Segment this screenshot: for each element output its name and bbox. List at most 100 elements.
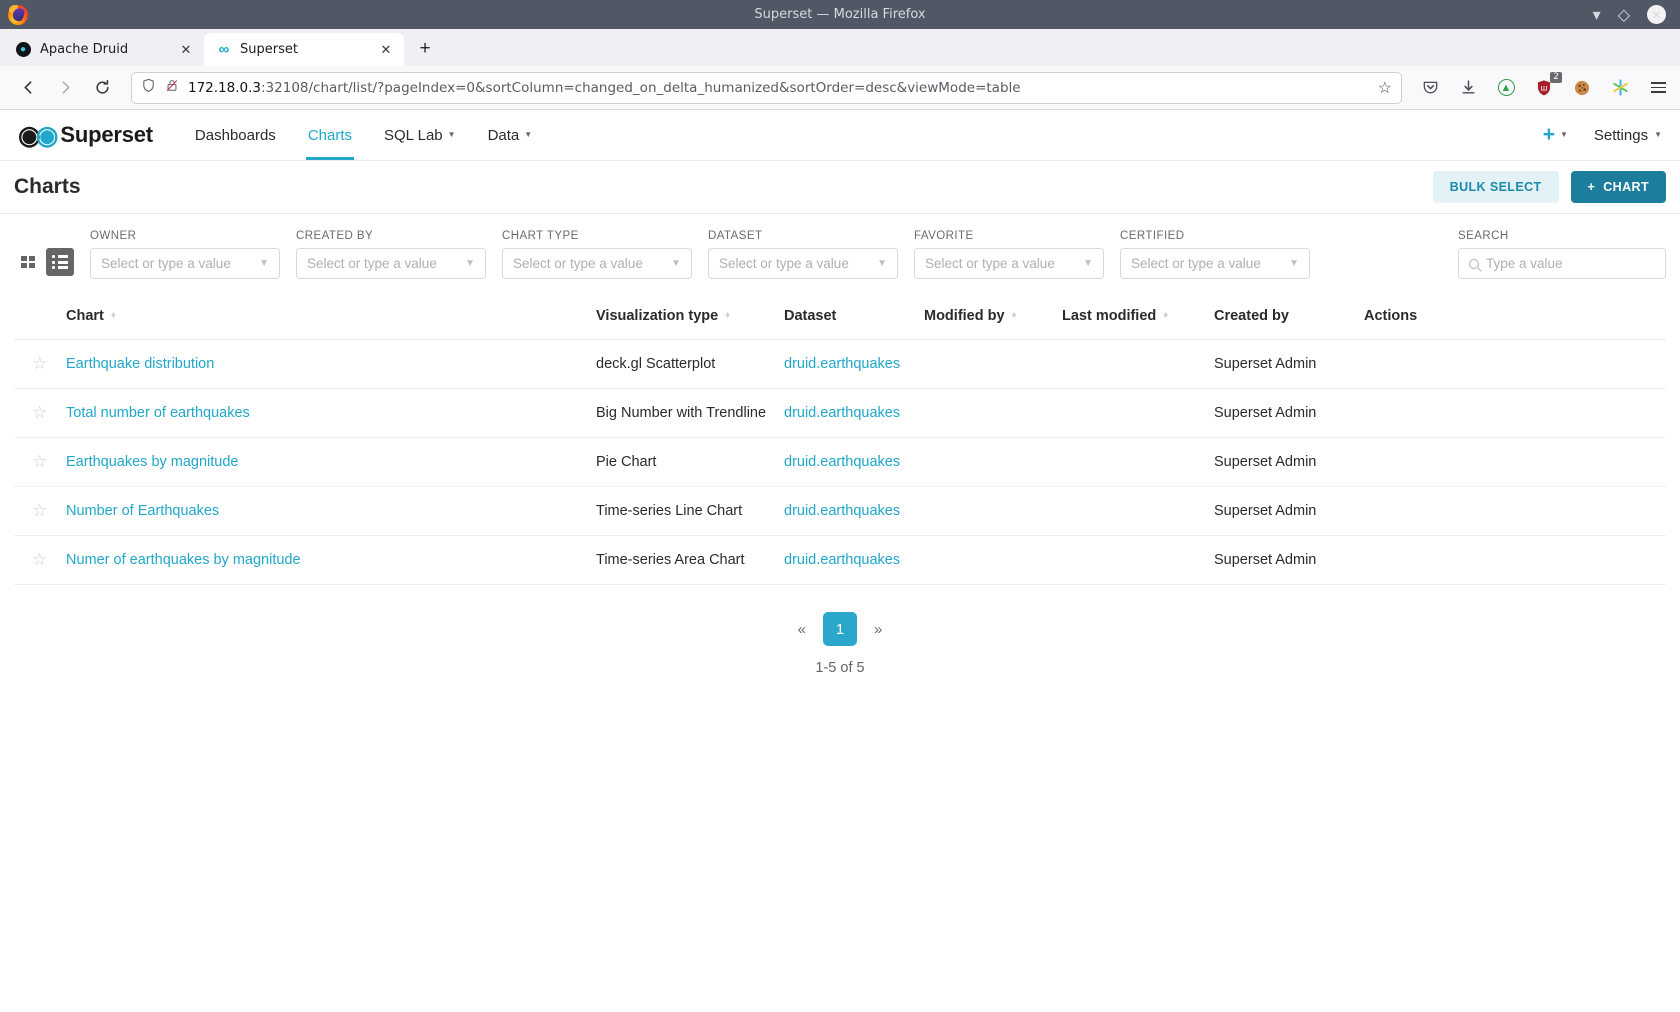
table-row[interactable]: ☆ Numer of earthquakes by magnitude Time… — [14, 536, 1666, 585]
maximize-icon[interactable]: ◇ — [1618, 5, 1630, 25]
pagination: « 1 » 1-5 of 5 — [14, 612, 1666, 676]
filter-bar: OWNER Select or type a value ▼ CREATED B… — [0, 214, 1680, 293]
nav-item-dashboards[interactable]: Dashboards — [179, 110, 292, 160]
star-icon[interactable]: ☆ — [32, 403, 47, 422]
tab-close-icon[interactable]: ✕ — [177, 41, 195, 59]
chart-name-cell[interactable]: Total number of earthquakes — [58, 389, 588, 438]
header-modified-by[interactable]: Modified by ▲▼ — [916, 293, 1054, 340]
bookmark-star-icon[interactable]: ☆ — [1378, 78, 1392, 98]
table-row[interactable]: ☆ Number of Earthquakes Time-series Line… — [14, 487, 1666, 536]
actions-cell[interactable] — [1356, 389, 1666, 438]
chart-name-cell[interactable]: Numer of earthquakes by magnitude — [58, 536, 588, 585]
dataset-link[interactable]: druid.earthquakes — [784, 405, 900, 421]
chart-name-cell[interactable]: Earthquakes by magnitude — [58, 438, 588, 487]
page-1-button[interactable]: 1 — [823, 612, 857, 646]
dataset-link[interactable]: druid.earthquakes — [784, 454, 900, 470]
dataset-link[interactable]: druid.earthquakes — [784, 356, 900, 372]
favorite-cell[interactable]: ☆ — [14, 438, 58, 487]
nav-item-sql-lab[interactable]: SQL Lab ▼ — [368, 110, 472, 160]
settings-menu-button[interactable]: Settings ▼ — [1594, 127, 1662, 144]
chart-link[interactable]: Total number of earthquakes — [66, 405, 250, 421]
app-menu-icon[interactable] — [1648, 78, 1668, 98]
url-text[interactable]: 172.18.0.3:32108/chart/list/?pageIndex=0… — [188, 80, 1369, 96]
list-view-toggle-icon[interactable] — [46, 248, 74, 276]
favorite-cell[interactable]: ☆ — [14, 340, 58, 389]
superset-logo[interactable]: ◉◉ Superset — [18, 122, 153, 148]
chart-name-cell[interactable]: Earthquake distribution — [58, 340, 588, 389]
chart-link[interactable]: Numer of earthquakes by magnitude — [66, 552, 301, 568]
actions-cell[interactable] — [1356, 438, 1666, 487]
prev-page-button[interactable]: « — [792, 617, 812, 642]
table-row[interactable]: ☆ Total number of earthquakes Big Number… — [14, 389, 1666, 438]
next-page-button[interactable]: » — [868, 617, 888, 642]
tab-superset[interactable]: ∞ Superset ✕ — [204, 33, 404, 66]
new-tab-button[interactable]: + — [410, 34, 440, 64]
sort-icon[interactable]: ▲▼ — [724, 315, 731, 317]
chart-type-select[interactable]: Select or type a value ▼ — [502, 248, 692, 279]
certified-select[interactable]: Select or type a value ▼ — [1120, 248, 1310, 279]
favorite-cell[interactable]: ☆ — [14, 389, 58, 438]
favorite-cell[interactable]: ☆ — [14, 536, 58, 585]
actions-cell[interactable] — [1356, 340, 1666, 389]
star-icon[interactable]: ☆ — [32, 501, 47, 520]
actions-cell[interactable] — [1356, 536, 1666, 585]
insecure-lock-icon[interactable] — [165, 78, 179, 98]
chart-link[interactable]: Earthquakes by magnitude — [66, 454, 239, 470]
minimize-icon[interactable]: ▾ — [1593, 5, 1601, 25]
table-row[interactable]: ☆ Earthquake distribution deck.gl Scatte… — [14, 340, 1666, 389]
dataset-link[interactable]: druid.earthquakes — [784, 503, 900, 519]
dataset-select[interactable]: Select or type a value ▼ — [708, 248, 898, 279]
filter-label: CREATED BY — [296, 230, 486, 242]
bulk-select-button[interactable]: BULK SELECT — [1433, 171, 1559, 203]
dataset-cell[interactable]: druid.earthquakes — [776, 536, 916, 585]
dataset-link[interactable]: druid.earthquakes — [784, 552, 900, 568]
header-visualization-type[interactable]: Visualization type ▲▼ — [588, 293, 776, 340]
nav-item-charts[interactable]: Charts — [292, 110, 368, 160]
dataset-cell[interactable]: druid.earthquakes — [776, 487, 916, 536]
sort-icon[interactable]: ▲▼ — [110, 315, 117, 317]
pocket-icon[interactable] — [1420, 78, 1440, 98]
sort-icon[interactable]: ▲▼ — [1162, 315, 1169, 317]
table-body: ☆ Earthquake distribution deck.gl Scatte… — [14, 340, 1666, 585]
page-header-actions: BULK SELECT + CHART — [1433, 171, 1666, 203]
snowflake-extension-icon[interactable] — [1610, 78, 1630, 98]
reload-icon[interactable] — [86, 73, 119, 103]
header-last-modified[interactable]: Last modified ▲▼ — [1054, 293, 1206, 340]
url-bar[interactable]: 172.18.0.3:32108/chart/list/?pageIndex=0… — [131, 72, 1402, 104]
star-icon[interactable]: ☆ — [32, 354, 47, 373]
star-icon[interactable]: ☆ — [32, 452, 47, 471]
cookie-icon[interactable] — [1572, 78, 1592, 98]
nav-item-data[interactable]: Data ▼ — [472, 110, 549, 160]
downloads-icon[interactable] — [1458, 78, 1478, 98]
chart-name-cell[interactable]: Number of Earthquakes — [58, 487, 588, 536]
table-row[interactable]: ☆ Earthquakes by magnitude Pie Chart dru… — [14, 438, 1666, 487]
owner-select[interactable]: Select or type a value ▼ — [90, 248, 280, 279]
search-box[interactable]: Type a value — [1458, 248, 1666, 279]
actions-cell[interactable] — [1356, 487, 1666, 536]
extension-green-icon[interactable]: ▲ — [1496, 78, 1516, 98]
header-chart[interactable]: Chart ▲▼ — [58, 293, 588, 340]
superset-infinity-logo-icon: ◉◉ — [18, 122, 53, 148]
tracking-protection-shield-icon[interactable] — [141, 78, 156, 98]
dataset-cell[interactable]: druid.earthquakes — [776, 340, 916, 389]
created-by-select[interactable]: Select or type a value ▼ — [296, 248, 486, 279]
sort-icon[interactable]: ▲▼ — [1011, 315, 1018, 317]
dataset-cell[interactable]: druid.earthquakes — [776, 438, 916, 487]
chart-link[interactable]: Number of Earthquakes — [66, 503, 219, 519]
ublock-shield-icon[interactable]: ш 2 — [1534, 78, 1554, 98]
dataset-cell[interactable]: druid.earthquakes — [776, 389, 916, 438]
new-chart-button[interactable]: + CHART — [1571, 171, 1666, 203]
close-icon[interactable]: ✕ — [1647, 5, 1666, 24]
new-menu-button[interactable]: + ▼ — [1543, 123, 1568, 147]
chart-link[interactable]: Earthquake distribution — [66, 356, 214, 372]
back-icon[interactable] — [12, 73, 45, 103]
star-icon[interactable]: ☆ — [32, 550, 47, 569]
select-placeholder: Select or type a value — [925, 256, 1083, 271]
favorite-select[interactable]: Select or type a value ▼ — [914, 248, 1104, 279]
superset-logo-text: Superset — [60, 122, 153, 148]
card-view-toggle-icon[interactable] — [14, 248, 42, 276]
filter-label: CERTIFIED — [1120, 230, 1310, 242]
tab-close-icon[interactable]: ✕ — [377, 41, 395, 59]
tab-apache-druid[interactable]: ● Apache Druid ✕ — [4, 33, 204, 66]
favorite-cell[interactable]: ☆ — [14, 487, 58, 536]
